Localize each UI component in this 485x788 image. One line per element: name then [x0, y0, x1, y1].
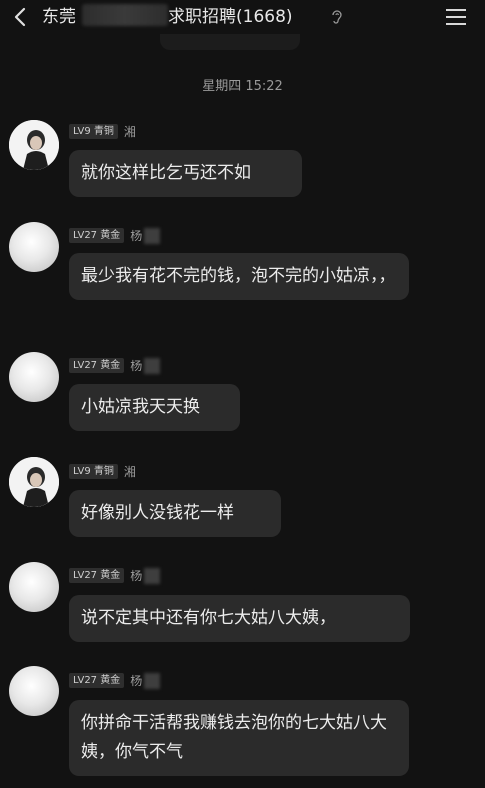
- sender-name[interactable]: 杨: [130, 672, 142, 689]
- avatar[interactable]: [9, 120, 59, 170]
- message-bubble[interactable]: 小姑凉我天天换: [69, 384, 240, 431]
- sender-meta: LV27 黄金杨: [69, 355, 161, 374]
- name-redaction: [144, 357, 161, 374]
- ear-icon: [332, 10, 342, 24]
- sender-meta: LV27 黄金杨: [69, 565, 161, 584]
- level-badge: LV27 黄金: [69, 228, 125, 243]
- sender-meta: LV9 青铜湘: [69, 121, 136, 140]
- level-badge: LV9 青铜: [69, 464, 118, 479]
- chat-title-suffix: 求职招聘(1668): [168, 7, 293, 27]
- sender-meta: LV9 青铜湘: [69, 461, 136, 480]
- name-redaction: [144, 227, 161, 244]
- title-redaction: [82, 4, 168, 26]
- pinned-banner-edge: [160, 34, 300, 50]
- sender-name[interactable]: 湘: [124, 123, 136, 140]
- message-bubble[interactable]: 你拼命干活帮我赚钱去泡你的七大姑八大姨，你气不气: [69, 700, 409, 776]
- chat-title-prefix: 东莞: [42, 7, 76, 27]
- message-bubble[interactable]: 就你这样比乞丐还不如: [69, 150, 302, 197]
- sender-name[interactable]: 杨: [130, 227, 142, 244]
- person-avatar-icon: [9, 457, 59, 507]
- level-badge: LV27 黄金: [69, 673, 125, 688]
- message-bubble[interactable]: 说不定其中还有你七大姑八大姨，: [69, 595, 410, 642]
- person-avatar-icon: [9, 120, 59, 170]
- chat-timestamp: 星期四 15:22: [202, 79, 283, 94]
- message-bubble[interactable]: 最少我有花不完的钱，泡不完的小姑凉，，: [69, 253, 409, 300]
- sender-name[interactable]: 杨: [130, 567, 142, 584]
- chevron-left-icon[interactable]: [10, 6, 32, 28]
- sender-meta: LV27 黄金杨: [69, 670, 161, 689]
- avatar[interactable]: [9, 222, 59, 272]
- avatar[interactable]: [9, 457, 59, 507]
- sender-name[interactable]: 湘: [124, 463, 136, 480]
- avatar[interactable]: [9, 666, 59, 716]
- hamburger-menu-icon[interactable]: [444, 6, 468, 28]
- level-badge: LV9 青铜: [69, 124, 118, 139]
- name-redaction: [144, 672, 161, 689]
- level-badge: LV27 黄金: [69, 358, 125, 373]
- avatar[interactable]: [9, 562, 59, 612]
- sender-meta: LV27 黄金杨: [69, 225, 161, 244]
- name-redaction: [144, 567, 161, 584]
- chat-header: 东莞 求职招聘(1668): [0, 0, 485, 34]
- message-bubble[interactable]: 好像别人没钱花一样: [69, 490, 281, 537]
- avatar[interactable]: [9, 352, 59, 402]
- sender-name[interactable]: 杨: [130, 357, 142, 374]
- level-badge: LV27 黄金: [69, 568, 125, 583]
